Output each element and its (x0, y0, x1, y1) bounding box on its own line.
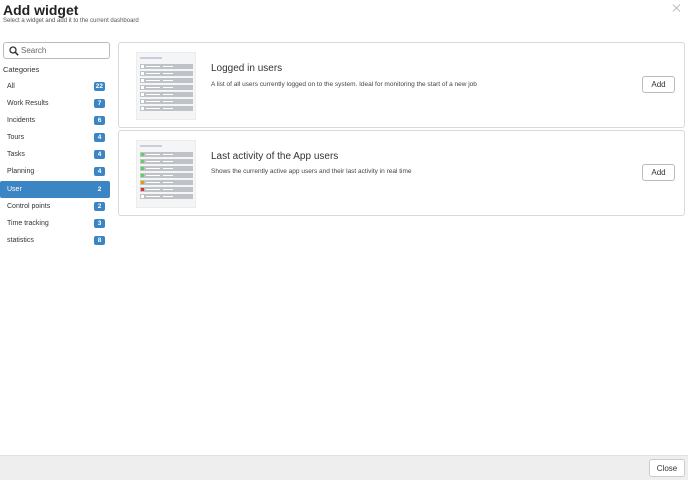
count-badge: 6 (94, 116, 105, 126)
category-item-statistics[interactable]: statistics 8 (0, 232, 110, 249)
add-widget-button[interactable]: Add (642, 164, 675, 181)
add-widget-button[interactable]: Add (642, 76, 675, 93)
category-label: Planning (7, 168, 35, 176)
categories-heading: Categories (3, 65, 40, 74)
category-item-time-tracking[interactable]: Time tracking 3 (0, 215, 110, 232)
search-box[interactable] (3, 42, 110, 59)
dialog-title: Add widget (3, 2, 79, 18)
count-badge: 4 (94, 167, 105, 177)
dialog-footer: Close (0, 455, 688, 480)
widget-card-last-activity[interactable]: Last activity of the App users Shows the… (118, 130, 685, 216)
search-input[interactable] (21, 44, 107, 57)
count-badge: 7 (94, 99, 105, 109)
category-item-tasks[interactable]: Tasks 4 (0, 146, 110, 163)
category-item-all[interactable]: All 22 (0, 78, 110, 95)
count-badge: 22 (93, 82, 105, 91)
category-item-control-points[interactable]: Control points 2 (0, 198, 110, 215)
count-badge: 4 (94, 150, 105, 160)
widget-description: Shows the currently active app users and… (211, 168, 412, 175)
widget-preview-image (136, 140, 196, 208)
category-item-planning[interactable]: Planning 4 (0, 163, 110, 180)
count-badge: 2 (94, 201, 105, 211)
count-badge: 2 (97, 185, 102, 193)
widget-title: Last activity of the App users (211, 151, 339, 162)
category-item-user[interactable]: User 2 (0, 180, 110, 198)
category-label: Incidents (7, 117, 36, 125)
widget-preview-image (136, 52, 196, 120)
widget-title: Logged in users (211, 63, 283, 74)
category-label: Control points (7, 202, 51, 210)
category-item-tours[interactable]: Tours 4 (0, 129, 110, 146)
dialog-header: Add widget Select a widget and add it to… (0, 0, 688, 32)
category-label: Tasks (7, 151, 25, 159)
dialog-subtitle: Select a widget and add it to the curren… (3, 18, 139, 24)
widget-description: A list of all users currently logged on … (211, 81, 477, 88)
search-icon (9, 46, 19, 56)
close-button[interactable]: Close (649, 459, 685, 477)
category-item-incidents[interactable]: Incidents 6 (0, 112, 110, 129)
category-label: User (7, 185, 22, 193)
count-badge: 3 (94, 218, 105, 228)
category-label: statistics (7, 236, 34, 244)
category-label: All (7, 83, 15, 90)
category-label: Time tracking (7, 219, 49, 227)
close-icon[interactable] (672, 3, 682, 13)
widget-card-logged-in-users[interactable]: Logged in users A list of all users curr… (118, 42, 685, 128)
count-badge: 8 (94, 235, 105, 245)
category-label: Work Results (7, 100, 49, 108)
category-label: Tours (7, 134, 25, 142)
category-item-work-results[interactable]: Work Results 7 (0, 95, 110, 112)
count-badge: 4 (94, 133, 105, 143)
category-list: All 22 Work Results 7 Incidents 6 Tours … (0, 78, 110, 249)
